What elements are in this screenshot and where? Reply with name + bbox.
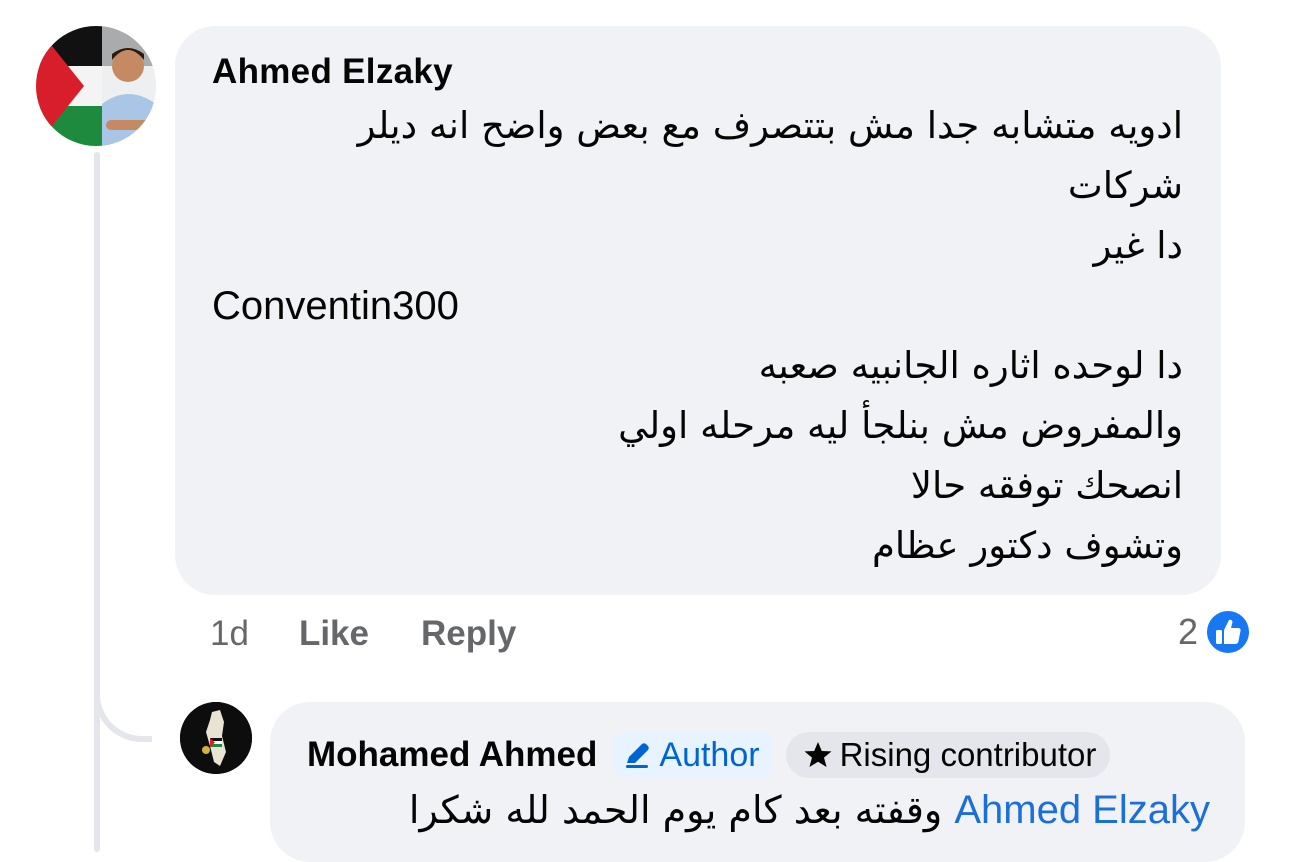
comment-line: Conventin300 [212,284,459,328]
comment-line: والمفروض مش بنلجأ ليه مرحله اولي [618,404,1183,447]
avatar-photo [36,26,156,146]
comment-line: انصحك توفقه حالا [910,464,1183,507]
reaction-summary[interactable]: 2 [1178,606,1252,658]
comment-line: شركات [1067,164,1183,207]
commenter-avatar[interactable] [36,26,156,146]
comment-timestamp[interactable]: 1d [210,608,249,660]
comment-line: دا غير [1093,224,1183,267]
author-badge: Author [613,732,772,778]
replier-avatar[interactable] [180,702,252,774]
mention-link[interactable]: Ahmed Elzaky [954,788,1210,832]
reaction-count: 2 [1178,611,1199,652]
comment-line: دا لوحده اثاره الجانبيه صعبه [758,344,1183,387]
reply-author-name[interactable]: Mohamed Ahmed [307,735,597,775]
author-badge-label: Author [659,735,760,774]
reply-connector [94,660,152,742]
comment-line: وتشوف دكتور عظام [871,524,1183,567]
rising-contributor-label: Rising contributor [839,736,1097,773]
like-reaction-icon [1205,609,1252,655]
rising-contributor-badge: Rising contributor [785,732,1111,778]
thread-line [94,152,100,852]
reply-button[interactable]: Reply [421,608,516,660]
reply-body: Ahmed Elzaky وقفته بعد كام يوم الحمد لله… [290,782,1210,838]
comment-author-name[interactable]: Ahmed Elzaky [212,52,453,92]
comment-line: ادويه متشابه جدا مش بتتصرف مع بعض واضح ا… [357,104,1183,147]
reply-text: وقفته بعد كام يوم الحمد لله شكرا [408,788,943,832]
comment-actions: 1d Like Reply [210,608,516,660]
pencil-icon [626,743,650,768]
like-button[interactable]: Like [299,608,369,660]
avatar-photo [180,702,252,774]
comment-body: ادويه متشابه جدا مش بتتصرف مع بعض واضح ا… [200,96,1183,576]
reply-header: Mohamed Ahmed Author Rising contributor [307,730,1111,780]
star-icon [804,742,832,767]
